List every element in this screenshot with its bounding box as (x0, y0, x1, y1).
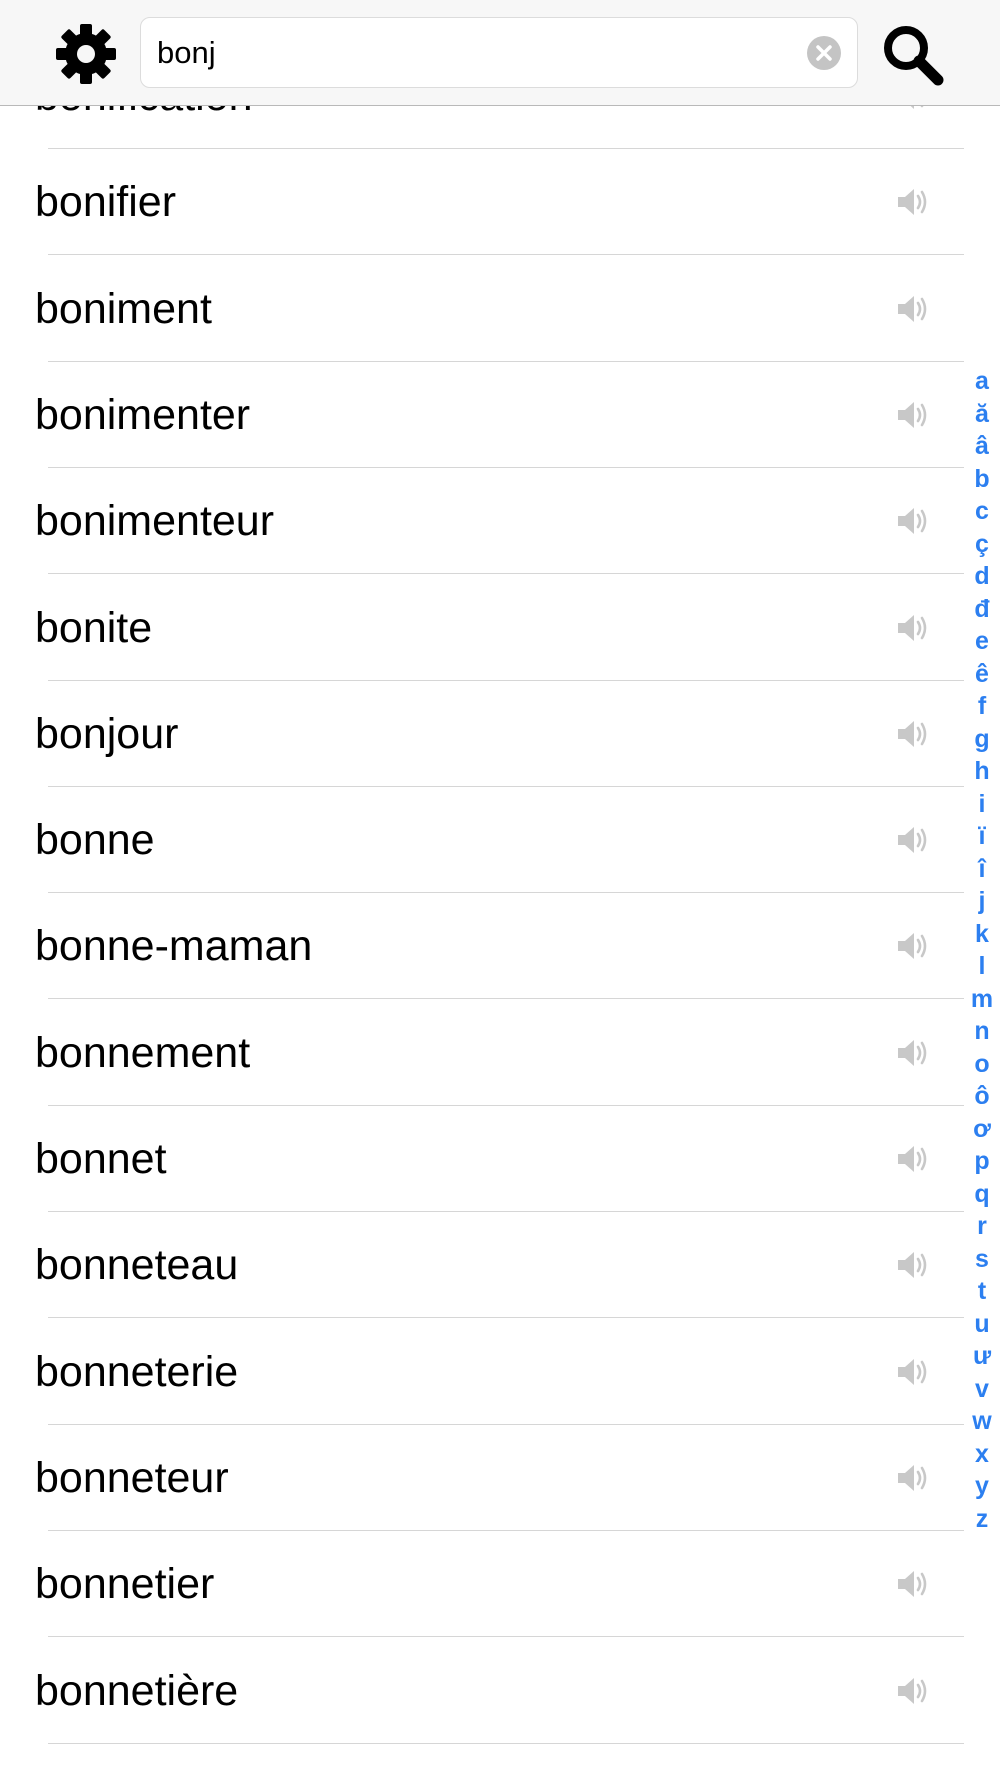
speaker-icon[interactable] (895, 1247, 931, 1283)
word-label: bonimenter (35, 390, 251, 439)
word-row[interactable]: bonne-maman (0, 893, 1000, 1000)
speaker-icon[interactable] (895, 928, 931, 964)
word-label: bonneterie (35, 1347, 239, 1396)
word-row[interactable]: bonimenter (0, 362, 1000, 468)
word-label: bonneteur (35, 1453, 229, 1502)
word-label: bonneteau (35, 1241, 239, 1290)
word-label: bonifier (35, 178, 177, 227)
alphabet-letter[interactable]: o (964, 1049, 1000, 1079)
speaker-icon[interactable] (895, 503, 931, 539)
word-label: bonnet (35, 1135, 167, 1183)
word-label: bonnetière (35, 1666, 239, 1715)
word-row[interactable]: bonne (0, 787, 1000, 894)
alphabet-letter[interactable]: e (964, 626, 1000, 656)
alphabet-letter[interactable]: t (964, 1276, 1000, 1306)
search-input[interactable] (157, 18, 787, 87)
search-box (140, 17, 858, 88)
speaker-icon[interactable] (895, 1673, 931, 1709)
alphabet-letter[interactable]: u (964, 1309, 1000, 1339)
alphabet-letter[interactable]: ê (964, 659, 1000, 689)
speaker-icon[interactable] (895, 184, 931, 220)
alphabet-letter[interactable]: f (964, 691, 1000, 721)
alphabet-letter[interactable]: ô (964, 1081, 1000, 1111)
word-row[interactable]: boniment (0, 256, 1000, 362)
alphabet-letter[interactable]: đ (964, 594, 1000, 624)
word-row[interactable]: bonnetier (0, 1531, 1000, 1638)
word-row[interactable]: bonneterie (0, 1319, 1000, 1425)
speaker-icon[interactable] (895, 397, 931, 433)
alphabet-letter[interactable]: x (964, 1439, 1000, 1469)
speaker-icon[interactable] (895, 1354, 931, 1390)
word-row[interactable]: bonneteur (0, 1425, 1000, 1531)
settings-button[interactable] (54, 22, 118, 86)
word-row[interactable]: bonnette (0, 1744, 1000, 1778)
word-row[interactable]: bonnet (0, 1106, 1000, 1212)
word-row[interactable]: bonnement (0, 1000, 1000, 1106)
alphabet-index[interactable]: aăâbcçdđeêfghiïîjklmnoôơpqrstuưvwxyz (964, 366, 1000, 1533)
speaker-icon[interactable] (895, 610, 931, 646)
alphabet-letter[interactable]: ă (964, 399, 1000, 429)
word-row[interactable]: bonimenteur (0, 468, 1000, 575)
word-row[interactable]: bonneteau (0, 1212, 1000, 1319)
alphabet-letter[interactable]: z (964, 1504, 1000, 1534)
dictionary-screen: bonificationbonifierbonimentbonimenterbo… (0, 0, 1000, 1778)
word-label: bonnette (35, 1744, 202, 1778)
word-row[interactable]: bonjour (0, 681, 1000, 787)
speaker-icon[interactable] (895, 1566, 931, 1602)
alphabet-letter[interactable]: ç (964, 529, 1000, 559)
word-row[interactable]: bonite (0, 575, 1000, 681)
alphabet-letter[interactable]: l (964, 951, 1000, 981)
alphabet-letter[interactable]: ư (964, 1341, 1000, 1371)
speaker-icon[interactable] (895, 1035, 931, 1071)
speaker-icon[interactable] (895, 1460, 931, 1496)
alphabet-letter[interactable]: ơ (964, 1114, 1000, 1144)
alphabet-letter[interactable]: ï (964, 821, 1000, 851)
speaker-icon[interactable] (895, 822, 931, 858)
alphabet-letter[interactable]: n (964, 1016, 1000, 1046)
alphabet-letter[interactable]: b (964, 464, 1000, 494)
word-label: bonne (35, 816, 155, 865)
alphabet-letter[interactable]: h (964, 756, 1000, 786)
word-label: bonne-maman (35, 922, 313, 971)
word-label: bonnement (35, 1028, 251, 1077)
word-label: bonjour (35, 709, 179, 758)
alphabet-letter[interactable]: k (964, 919, 1000, 949)
alphabet-letter[interactable]: y (964, 1471, 1000, 1501)
magnifier-icon (884, 26, 944, 86)
alphabet-letter[interactable]: s (964, 1244, 1000, 1274)
alphabet-letter[interactable]: d (964, 561, 1000, 591)
alphabet-letter[interactable]: a (964, 366, 1000, 396)
alphabet-letter[interactable]: w (964, 1406, 1000, 1436)
alphabet-letter[interactable]: c (964, 496, 1000, 526)
alphabet-letter[interactable]: î (964, 854, 1000, 884)
word-label: bonnetier (35, 1560, 215, 1609)
alphabet-letter[interactable]: r (964, 1211, 1000, 1241)
word-list[interactable]: bonificationbonifierbonimentbonimenterbo… (0, 0, 1000, 1778)
alphabet-letter[interactable]: v (964, 1374, 1000, 1404)
alphabet-letter[interactable]: j (964, 886, 1000, 916)
word-label: boniment (35, 284, 212, 333)
word-row[interactable]: bonnetière (0, 1638, 1000, 1744)
clear-circle-icon (816, 45, 832, 61)
alphabet-letter[interactable]: p (964, 1146, 1000, 1176)
gear-icon (56, 24, 116, 84)
word-label: bonimenteur (35, 497, 275, 546)
search-button[interactable] (880, 22, 946, 88)
speaker-icon[interactable] (895, 1141, 931, 1177)
speaker-icon[interactable] (895, 291, 931, 327)
clear-button[interactable] (807, 36, 841, 70)
alphabet-letter[interactable]: q (964, 1179, 1000, 1209)
alphabet-letter[interactable]: â (964, 431, 1000, 461)
alphabet-letter[interactable]: g (964, 724, 1000, 754)
alphabet-letter[interactable]: i (964, 789, 1000, 819)
search-header (0, 0, 1000, 106)
alphabet-letter[interactable]: m (964, 984, 1000, 1014)
speaker-icon[interactable] (895, 716, 931, 752)
word-label: bonite (35, 603, 153, 652)
word-row[interactable]: bonifier (0, 149, 1000, 256)
